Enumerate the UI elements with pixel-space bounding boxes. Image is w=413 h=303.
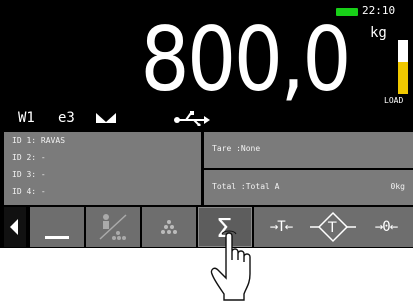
clock: 22:10 [362, 4, 396, 17]
load-label: LOAD [384, 96, 404, 105]
stable-icon [96, 113, 116, 123]
load-bar-fill [398, 61, 408, 94]
id-panel: ID 1: RAVAS ID 2: - ID 3: - ID 4: - [4, 132, 201, 205]
usb-icon [174, 111, 210, 126]
piece-count-button[interactable] [142, 207, 196, 247]
tare-total-panel: Tare :None Total :Total A 0kg [204, 132, 413, 205]
division-indicator: e3 [58, 110, 75, 126]
load-bar [398, 40, 408, 94]
underscore-icon [45, 236, 69, 239]
scale-screen: 22:10 800,0 kg LOAD W1 e3 ID 1: RAVAS ID… [0, 0, 413, 248]
total-box: Total :Total A 0kg [204, 170, 413, 205]
pointer-hand-icon [210, 230, 251, 301]
weight-readout: 800,0 [140, 8, 351, 111]
scale-indicator: W1 [18, 110, 35, 126]
left-arrow-icon [10, 219, 18, 235]
svg-text:T: T [327, 220, 337, 236]
preset-tare-button[interactable]: T [306, 207, 360, 247]
count-disabled-button[interactable] [86, 207, 140, 247]
function-toolbar: Σ →T← T →0← [0, 207, 413, 247]
preset-tare-icon: T [310, 211, 356, 243]
total-row: Total :Total A [212, 182, 280, 191]
person-count-icon [99, 214, 127, 240]
id-row-2: ID 2: - [12, 153, 46, 162]
scroll-left-button[interactable] [4, 207, 26, 247]
tare-button-label: →T← [269, 219, 293, 235]
tare-row: Tare :None [212, 144, 261, 153]
weight-unit: kg [370, 25, 387, 41]
zero-button-label: →0← [374, 219, 398, 235]
id-row-1: ID 1: RAVAS [12, 136, 66, 145]
id-row-3: ID 3: - [12, 170, 46, 179]
total-amount: 0kg [390, 182, 405, 191]
tare-box: Tare :None [204, 132, 413, 168]
id-row-4: ID 4: - [12, 187, 46, 196]
zero-line-button[interactable] [30, 207, 84, 247]
pieces-icon [161, 220, 177, 234]
zero-button[interactable]: →0← [359, 207, 413, 247]
